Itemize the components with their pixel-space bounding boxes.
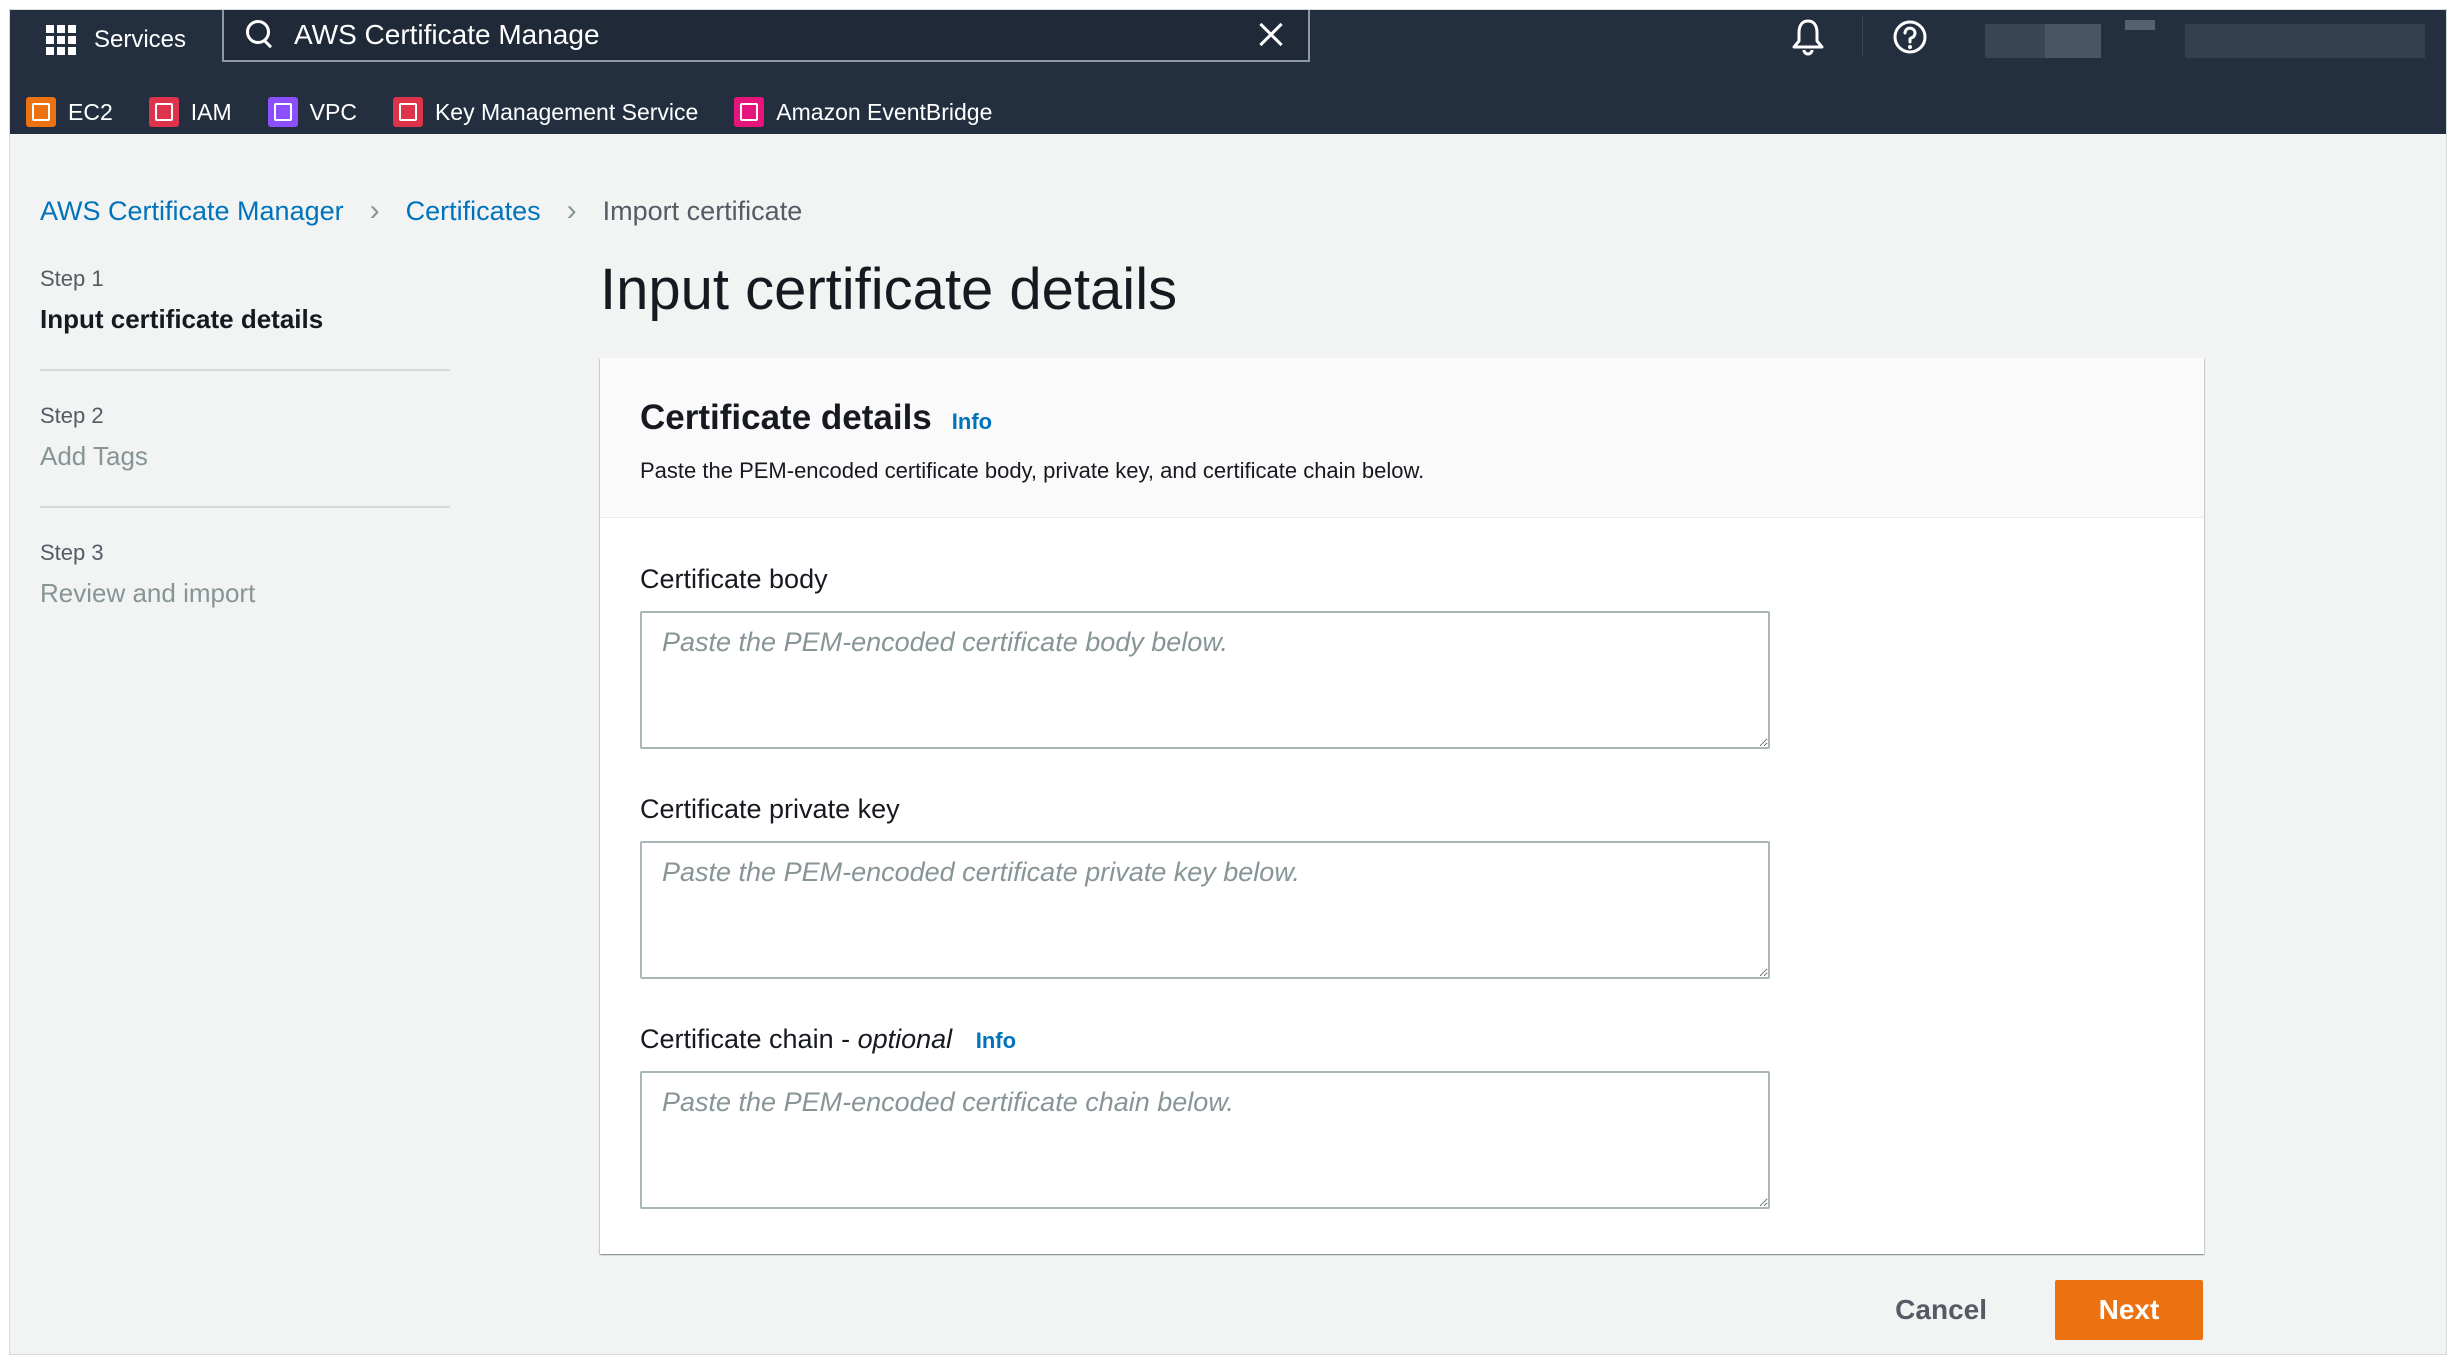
private-key-label: Certificate private key xyxy=(640,794,900,824)
panel-title: Certificate details xyxy=(640,398,932,437)
services-label: Services xyxy=(94,26,187,53)
favorite-kms[interactable]: Key Management Service xyxy=(392,97,699,127)
kms-icon xyxy=(392,97,423,127)
favorite-iam[interactable]: IAM xyxy=(148,97,232,127)
certificate-chain-input[interactable] xyxy=(640,1071,1770,1209)
certificate-body-label: Certificate body xyxy=(640,564,828,594)
favorite-label: IAM xyxy=(190,98,232,125)
help-icon[interactable] xyxy=(1890,16,1930,58)
step-title: Review and import xyxy=(40,578,256,608)
breadcrumb-link-acm[interactable]: AWS Certificate Manager xyxy=(40,196,344,227)
eventbridge-icon xyxy=(734,97,765,127)
account-menu-redacted[interactable] xyxy=(1985,20,2435,58)
wizard-step-1: Step 1 Input certificate details xyxy=(40,266,450,371)
panel-description: Paste the PEM-encoded certificate body, … xyxy=(640,458,1425,483)
wizard-step-2: Step 2 Add Tags xyxy=(40,403,450,508)
nav-divider xyxy=(1862,16,1863,56)
wizard-actions: Cancel Next xyxy=(1889,1280,2203,1340)
wizard-steps: Step 1 Input certificate details Step 2 … xyxy=(40,266,450,675)
chain-label-main: Certificate chain - xyxy=(640,1024,858,1054)
top-navigation: Services EC2 xyxy=(10,10,2446,134)
search-icon xyxy=(244,18,278,52)
step-number: Step 2 xyxy=(40,403,104,428)
bell-icon[interactable] xyxy=(1788,16,1828,58)
private-key-field: Certificate private key xyxy=(640,794,1770,984)
private-key-input[interactable] xyxy=(640,841,1770,979)
chevron-right-icon: › xyxy=(369,194,380,227)
certificate-chain-field: Certificate chain - optional Info xyxy=(640,1024,1770,1214)
wizard-step-3: Step 3 Review and import xyxy=(40,540,450,643)
favorites-bar: EC2 IAM VPC Key Management Service Amazo… xyxy=(26,90,992,134)
certificate-body-field: Certificate body xyxy=(640,564,1770,754)
panel-title-row: Certificate details Info xyxy=(640,398,2164,438)
favorite-label: Amazon EventBridge xyxy=(776,98,993,125)
breadcrumb-link-certificates[interactable]: Certificates xyxy=(406,196,541,227)
next-button[interactable]: Next xyxy=(2055,1280,2203,1340)
info-link[interactable]: Info xyxy=(952,409,992,435)
certificate-details-panel: Certificate details Info Paste the PEM-e… xyxy=(600,358,2204,1254)
step-title: Input certificate details xyxy=(40,304,324,334)
step-title: Add Tags xyxy=(40,441,148,471)
clear-search-icon[interactable] xyxy=(1250,13,1294,57)
vpc-icon xyxy=(267,97,298,127)
console-window: Services EC2 xyxy=(9,9,2447,1355)
ec2-icon xyxy=(26,97,56,127)
step-number: Step 1 xyxy=(40,266,104,291)
favorite-label: EC2 xyxy=(68,98,113,125)
chevron-right-icon: › xyxy=(566,194,577,227)
favorite-label: VPC xyxy=(309,98,357,125)
certificate-chain-label: Certificate chain - optional Info xyxy=(640,1024,1770,1055)
services-menu-button[interactable]: Services xyxy=(46,18,186,62)
favorite-ec2[interactable]: EC2 xyxy=(26,97,113,127)
page-title: Input certificate details xyxy=(600,257,1178,322)
iam-icon xyxy=(148,97,179,127)
breadcrumb: AWS Certificate Manager › Certificates ›… xyxy=(40,194,802,228)
grid-icon xyxy=(46,25,76,55)
panel-header: Certificate details Info Paste the PEM-e… xyxy=(600,358,2204,518)
breadcrumb-current: Import certificate xyxy=(602,195,803,226)
favorite-eventbridge[interactable]: Amazon EventBridge xyxy=(734,97,992,127)
favorite-label: Key Management Service xyxy=(434,98,699,125)
chain-label-optional: optional xyxy=(857,1024,953,1054)
favorite-vpc[interactable]: VPC xyxy=(267,97,357,127)
certificate-body-input[interactable] xyxy=(640,611,1770,749)
step-number: Step 3 xyxy=(40,540,104,565)
search-input[interactable] xyxy=(292,18,1250,52)
chain-info-link[interactable]: Info xyxy=(976,1028,1016,1053)
cancel-button[interactable]: Cancel xyxy=(1889,1293,1993,1327)
search-bar[interactable] xyxy=(222,10,1310,62)
